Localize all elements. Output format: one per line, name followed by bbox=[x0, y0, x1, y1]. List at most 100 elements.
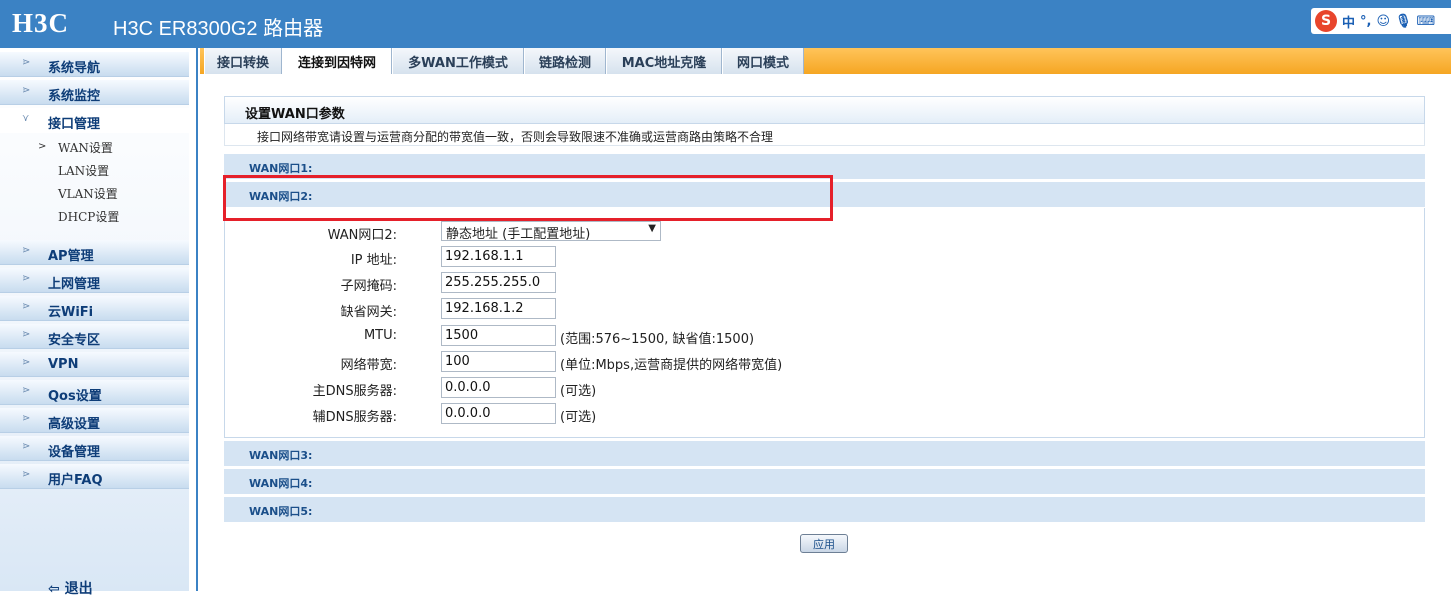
sogou-logo-icon[interactable]: S bbox=[1315, 10, 1337, 32]
panel-header: 设置WAN口参数 bbox=[224, 96, 1425, 124]
sidebar-item-label: 用户FAQ bbox=[48, 473, 103, 488]
row-dns2: 辅DNS服务器: 0.0.0.0 (可选) bbox=[225, 403, 1426, 425]
sidebar-divider bbox=[196, 48, 198, 591]
row-gateway: 缺省网关: 192.168.1.2 bbox=[225, 298, 1426, 320]
secondary-dns-input[interactable]: 0.0.0.0 bbox=[441, 403, 556, 424]
expand-arrow-icon: ⋗ bbox=[22, 85, 31, 96]
sidebar-item-label: 系统导航 bbox=[48, 61, 101, 76]
row-dns1: 主DNS服务器: 0.0.0.0 (可选) bbox=[225, 377, 1426, 399]
logout-icon: ⇦ bbox=[48, 581, 65, 597]
sidebar-gap bbox=[189, 48, 196, 591]
sidebar-item-ap[interactable]: ⋗ AP管理 bbox=[0, 240, 189, 265]
apply-button[interactable]: 应用 bbox=[800, 534, 848, 553]
expand-arrow-icon: ⋗ bbox=[22, 357, 31, 368]
dns1-hint: (可选) bbox=[560, 384, 597, 399]
sidebar-item-system-monitor[interactable]: ⋗ 系统监控 bbox=[0, 80, 189, 105]
wan-port-5-header[interactable]: WAN网口5: bbox=[224, 496, 1425, 522]
sidebar-item-security[interactable]: ⋗ 安全专区 bbox=[0, 324, 189, 349]
subnet-mask-input[interactable]: 255.255.255.0 bbox=[441, 272, 556, 293]
wan-port-label: WAN网口4: bbox=[249, 477, 313, 490]
mtu-hint: (范围:576~1500, 缺省值:1500) bbox=[560, 332, 755, 347]
ime-toolbar[interactable]: S 中 °, ☺ 🎙 ⌨ bbox=[1311, 8, 1451, 34]
sidebar: ⋗ 系统导航 ⋗ 系统监控 ⋎ 接口管理 > WAN设置 LAN设置 VLAN设置 D… bbox=[0, 48, 189, 591]
sidebar-sub-lan[interactable]: LAN设置 bbox=[58, 162, 109, 179]
sidebar-item-label: 安全专区 bbox=[48, 333, 101, 348]
sidebar-sub-dhcp[interactable]: DHCP设置 bbox=[58, 208, 119, 225]
row-wan-mode: WAN网口2: 静态地址 (手工配置地址) ▼ bbox=[225, 221, 1426, 243]
notice-text: 接口网络带宽请设置与运营商分配的带宽值一致，否则会导致限速不准确或运营商路由策略… bbox=[257, 130, 774, 144]
expand-arrow-icon: ⋗ bbox=[22, 413, 31, 424]
sidebar-item-qos[interactable]: ⋗ Qos设置 bbox=[0, 380, 189, 405]
primary-dns-input[interactable]: 0.0.0.0 bbox=[441, 377, 556, 398]
sidebar-item-interface[interactable]: ⋎ 接口管理 bbox=[0, 108, 189, 133]
wan-mode-select[interactable]: 静态地址 (手工配置地址) ▼ bbox=[441, 221, 661, 242]
expand-arrow-icon: ⋗ bbox=[22, 329, 31, 340]
tab-mac-clone[interactable]: MAC地址克隆 bbox=[606, 48, 722, 74]
tab-interface-convert[interactable]: 接口转换 bbox=[204, 48, 282, 74]
wan-port-4-header[interactable]: WAN网口4: bbox=[224, 468, 1425, 494]
tab-port-mode[interactable]: 网口模式 bbox=[722, 48, 804, 74]
keyboard-icon[interactable]: ⌨ bbox=[1417, 14, 1436, 29]
tab-link-detect[interactable]: 链路检测 bbox=[524, 48, 606, 74]
row-bandwidth: 网络带宽: 100 (单位:Mbps,运营商提供的网络带宽值) bbox=[225, 351, 1426, 373]
wan-settings-panel: 设置WAN口参数 接口网络带宽请设置与运营商分配的带宽值一致，否则会导致限速不准… bbox=[224, 96, 1425, 528]
sidebar-item-label: 云WiFi bbox=[48, 305, 94, 320]
dns2-hint: (可选) bbox=[560, 410, 597, 425]
expand-arrow-icon: ⋗ bbox=[22, 385, 31, 396]
annotation-highlight-box bbox=[223, 175, 833, 221]
wan-port-3-header[interactable]: WAN网口3: bbox=[224, 440, 1425, 466]
logout-button[interactable]: ⇦ 退出 bbox=[48, 578, 93, 598]
row-mask: 子网掩码: 255.255.255.0 bbox=[225, 272, 1426, 294]
wan-mode-label: WAN网口2: bbox=[327, 228, 397, 243]
sidebar-item-label: 设备管理 bbox=[48, 445, 101, 460]
mtu-input[interactable]: 1500 bbox=[441, 325, 556, 346]
mask-label: 子网掩码: bbox=[340, 279, 397, 294]
wan-port-label: WAN网口1: bbox=[249, 162, 313, 175]
expand-arrow-icon: ⋗ bbox=[22, 441, 31, 452]
wan-port-label: WAN网口3: bbox=[249, 449, 313, 462]
h3c-logo: H3C bbox=[12, 8, 69, 38]
gateway-input[interactable]: 192.168.1.2 bbox=[441, 298, 556, 319]
row-ip: IP 地址: 192.168.1.1 bbox=[225, 246, 1426, 268]
row-mtu: MTU: 1500 (范围:576~1500, 缺省值:1500) bbox=[225, 325, 1426, 347]
sidebar-item-label: 接口管理 bbox=[48, 117, 101, 132]
wan-mode-value: 静态地址 (手工配置地址) bbox=[446, 227, 591, 242]
sidebar-sub-wan[interactable]: WAN设置 bbox=[58, 139, 113, 156]
sidebar-sub-vlan[interactable]: VLAN设置 bbox=[58, 185, 118, 202]
sidebar-item-label: 系统监控 bbox=[48, 89, 101, 104]
expand-arrow-icon: ⋗ bbox=[22, 57, 31, 68]
microphone-icon[interactable]: 🎙 bbox=[1395, 14, 1412, 29]
sidebar-item-vpn[interactable]: ⋗ VPN bbox=[0, 352, 189, 377]
sidebar-item-advanced[interactable]: ⋗ 高级设置 bbox=[0, 408, 189, 433]
sidebar-item-device[interactable]: ⋗ 设备管理 bbox=[0, 436, 189, 461]
expand-arrow-icon: ⋗ bbox=[22, 245, 31, 256]
sidebar-item-internet[interactable]: ⋗ 上网管理 bbox=[0, 268, 189, 293]
sidebar-item-label: 高级设置 bbox=[48, 417, 101, 432]
expand-arrow-icon: ⋗ bbox=[22, 469, 31, 480]
ip-address-input[interactable]: 192.168.1.1 bbox=[441, 246, 556, 267]
sidebar-item-cloud-wifi[interactable]: ⋗ 云WiFi bbox=[0, 296, 189, 321]
dns2-label: 辅DNS服务器: bbox=[312, 410, 397, 425]
dropdown-caret-icon: ▼ bbox=[648, 223, 656, 234]
expand-arrow-icon: ⋗ bbox=[22, 301, 31, 312]
current-item-marker-icon: > bbox=[38, 141, 47, 152]
bandwidth-notice: 接口网络带宽请设置与运营商分配的带宽值一致，否则会导致限速不准确或运营商路由策略… bbox=[224, 124, 1425, 146]
sidebar-item-label: AP管理 bbox=[48, 249, 94, 264]
expand-arrow-icon: ⋗ bbox=[22, 273, 31, 284]
sidebar-item-label: VPN bbox=[48, 357, 79, 372]
collapse-arrow-icon: ⋎ bbox=[22, 113, 30, 124]
smiley-icon[interactable]: ☺ bbox=[1376, 14, 1390, 29]
sidebar-item-faq[interactable]: ⋗ 用户FAQ bbox=[0, 464, 189, 489]
ip-label: IP 地址: bbox=[350, 253, 397, 268]
wan-port-2-form: WAN网口2: 静态地址 (手工配置地址) ▼ IP 地址: 192.168.1.… bbox=[224, 208, 1425, 438]
tab-connect-internet[interactable]: 连接到因特网 bbox=[282, 48, 392, 74]
ime-punct[interactable]: °, bbox=[1360, 14, 1371, 29]
dns1-label: 主DNS服务器: bbox=[312, 384, 397, 399]
bandwidth-input[interactable]: 100 bbox=[441, 351, 556, 372]
tab-multi-wan[interactable]: 多WAN工作模式 bbox=[392, 48, 524, 74]
logout-label: 退出 bbox=[64, 581, 93, 597]
panel-title: 设置WAN口参数 bbox=[245, 107, 345, 122]
sidebar-item-system-nav[interactable]: ⋗ 系统导航 bbox=[0, 52, 189, 77]
sidebar-item-label: 上网管理 bbox=[48, 277, 101, 292]
ime-mode[interactable]: 中 bbox=[1342, 12, 1355, 31]
